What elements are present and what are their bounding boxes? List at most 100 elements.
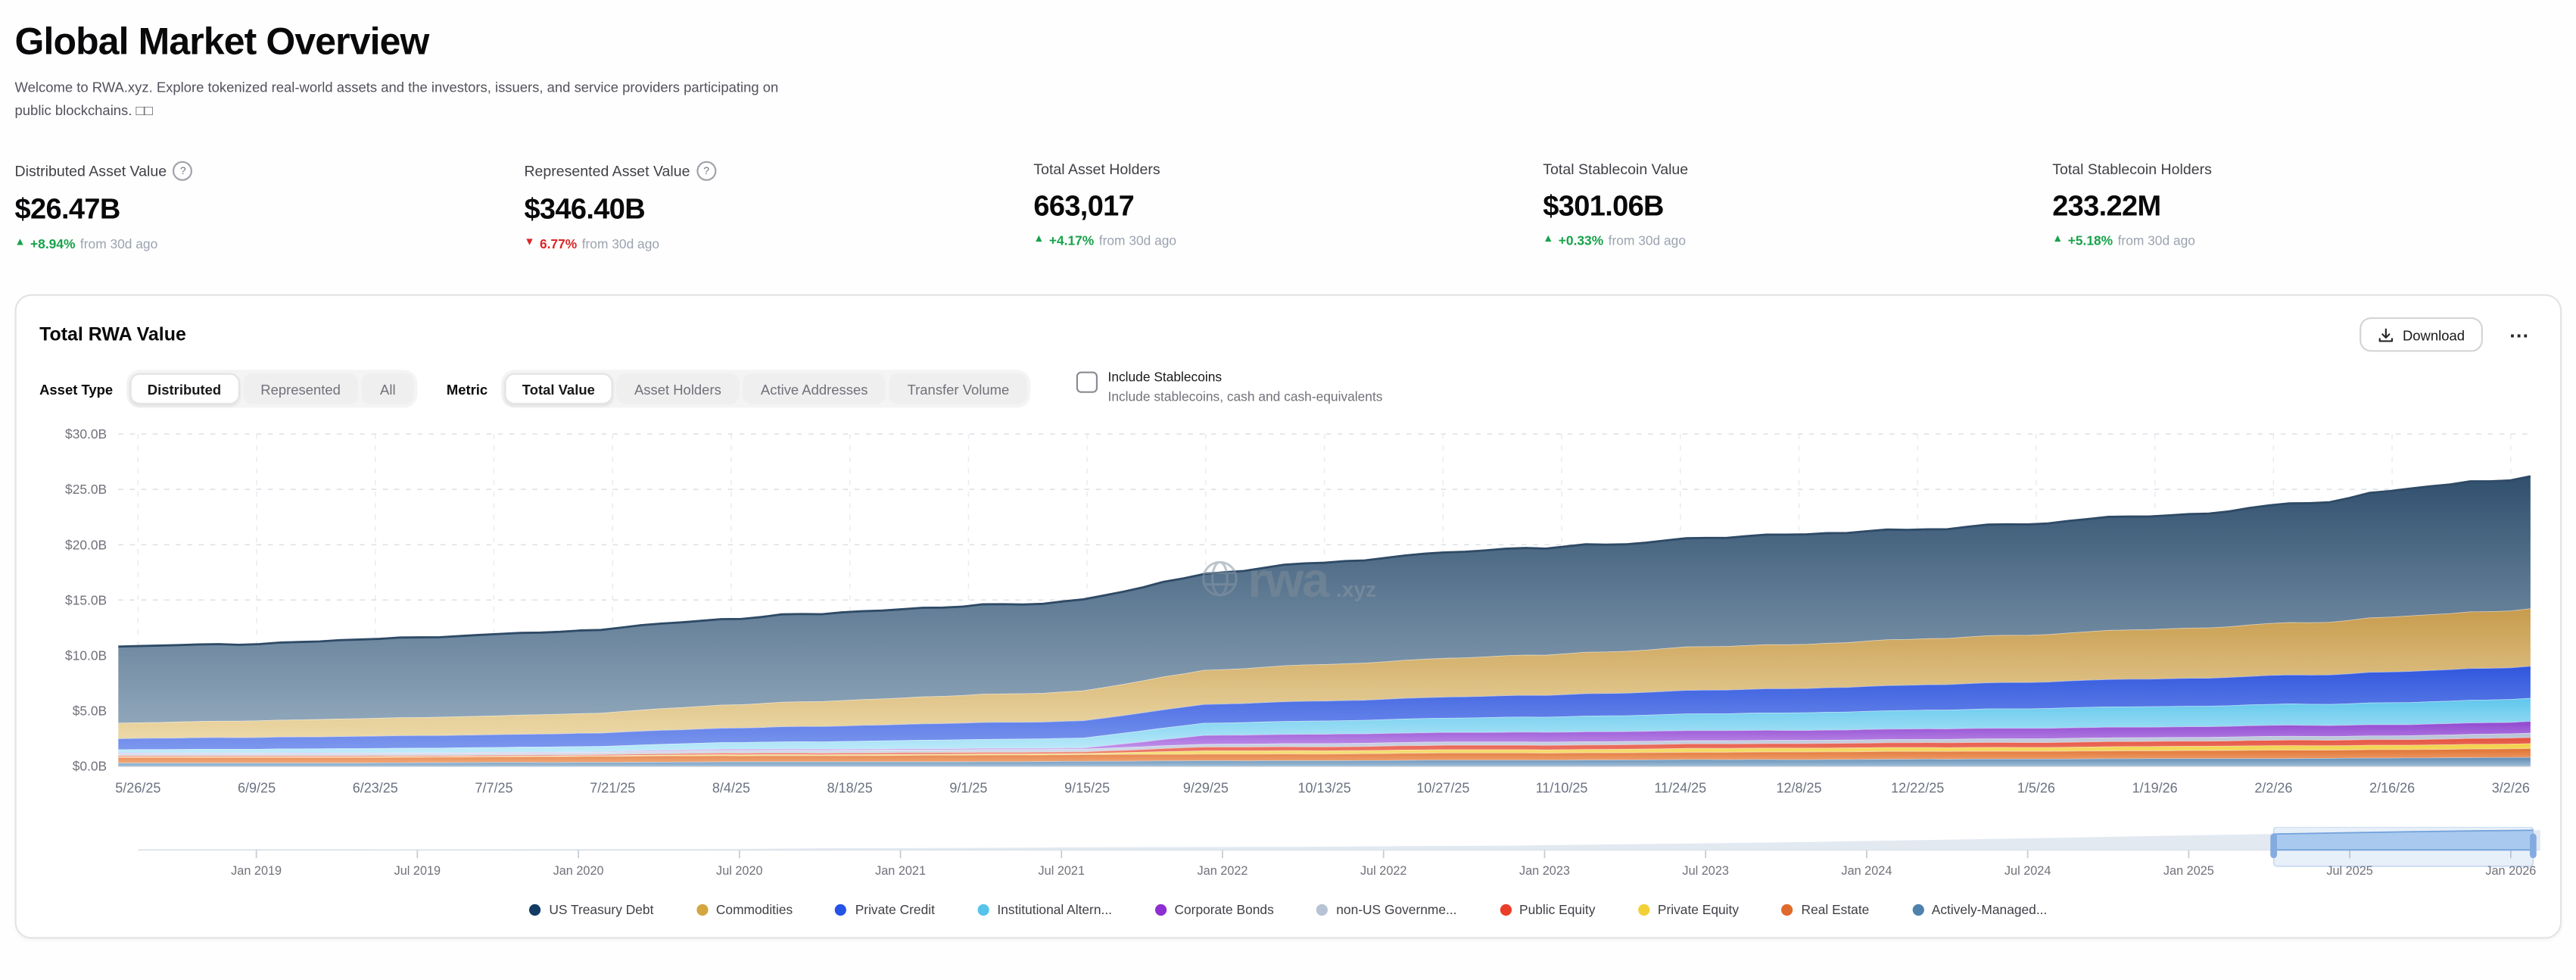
stat-label: Total Stablecoin Holders xyxy=(2052,161,2562,178)
legend-dot-icon xyxy=(836,904,847,916)
timeline-tick: Jan 2024 xyxy=(1841,864,1892,878)
stat-value: $26.47B xyxy=(15,192,525,227)
y-axis-tick: $5.0B xyxy=(73,704,107,719)
x-axis-tick: 7/7/25 xyxy=(475,781,512,796)
legend-dot-icon xyxy=(1781,904,1793,916)
more-options-button[interactable]: ⋯ xyxy=(2503,323,2537,346)
x-axis-tick: 12/8/25 xyxy=(1776,781,1821,796)
legend-item-corporate-bonds[interactable]: Corporate Bonds xyxy=(1154,903,1273,918)
x-axis-tick: 10/13/25 xyxy=(1298,781,1351,796)
brush-handle-left[interactable] xyxy=(2270,834,2277,859)
legend-item-commodities[interactable]: Commodities xyxy=(696,903,793,918)
stat-label-text: Represented Asset Value xyxy=(524,163,690,179)
legend-dot-icon xyxy=(529,904,540,916)
include-stablecoins-sublabel: Include stablecoins, cash and cash-equiv… xyxy=(1107,389,1382,404)
asset-type-label: Asset Type xyxy=(39,381,113,398)
y-axis-tick: $20.0B xyxy=(65,538,107,553)
timeline-tick: Jan 2022 xyxy=(1198,864,1248,878)
timeline-tick: Jan 2020 xyxy=(553,864,604,878)
chart-controls: Asset Type DistributedRepresentedAll Met… xyxy=(39,370,2537,408)
asset-type-group: Asset Type DistributedRepresentedAll xyxy=(39,370,417,408)
timeline-tick: Jul 2021 xyxy=(1039,864,1086,878)
download-button[interactable]: Download xyxy=(2360,317,2483,352)
stat-delta: ▼6.77%from 30d ago xyxy=(524,237,1033,252)
legend-item-actively-managed[interactable]: Actively-Managed... xyxy=(1912,903,2048,918)
legend-item-institutional-altern[interactable]: Institutional Altern... xyxy=(977,903,1112,918)
x-axis-tick: 8/18/25 xyxy=(827,781,873,796)
legend-dot-icon xyxy=(977,904,989,916)
metric-option-asset-holders[interactable]: Asset Holders xyxy=(616,373,740,404)
legend-dot-icon xyxy=(1638,904,1649,916)
app-viewport: Global Market Overview Welcome to RWA.xy… xyxy=(0,0,2576,980)
metric-option-transfer-volume[interactable]: Transfer Volume xyxy=(889,373,1027,404)
include-stablecoins-checkbox[interactable] xyxy=(1076,372,1098,393)
y-axis-tick: $15.0B xyxy=(65,593,107,608)
x-axis-tick: 7/21/25 xyxy=(590,781,635,796)
stat-label: Total Asset Holders xyxy=(1033,161,1543,178)
y-axis-tick: $30.0B xyxy=(65,427,107,442)
legend-label: Private Equity xyxy=(1658,903,1739,918)
brush-handle-right[interactable] xyxy=(2530,834,2537,859)
timeline-tick: Jan 2023 xyxy=(1519,864,1570,878)
timeline-tick: Jul 2019 xyxy=(394,864,441,878)
legend-item-non-us-governme[interactable]: non-US Governme... xyxy=(1316,903,1456,918)
stat-value: $346.40B xyxy=(524,192,1033,227)
x-axis-tick: 12/22/25 xyxy=(1891,781,1944,796)
stat-delta: ▲+0.33%from 30d ago xyxy=(1543,234,2052,249)
stat-label-text: Distributed Asset Value xyxy=(15,163,167,179)
stat-value: 233.22M xyxy=(2052,189,2562,224)
stat-represented-asset-value: Represented Asset Value? $346.40B ▼6.77%fr… xyxy=(524,161,1033,251)
legend-dot-icon xyxy=(1912,904,1923,916)
x-axis-tick: 11/10/25 xyxy=(1536,781,1588,796)
legend-item-private-credit[interactable]: Private Credit xyxy=(836,903,935,918)
stat-delta: ▲+4.17%from 30d ago xyxy=(1033,234,1543,249)
delta-percent: +4.17% xyxy=(1049,234,1094,249)
legend-label: Corporate Bonds xyxy=(1174,903,1273,918)
metric-group: Metric Total ValueAsset HoldersActive Ad… xyxy=(447,370,1031,408)
legend-item-public-equity[interactable]: Public Equity xyxy=(1500,903,1595,918)
stat-total-asset-holders: Total Asset Holders663,017▲+4.17%from 30… xyxy=(1033,161,1543,251)
legend-dot-icon xyxy=(1500,904,1511,916)
y-axis-tick: $10.0B xyxy=(65,648,107,663)
x-axis-tick: 11/24/25 xyxy=(1654,781,1706,796)
download-icon xyxy=(2378,326,2394,343)
page-title: Global Market Overview xyxy=(15,20,2562,64)
legend-label: Real Estate xyxy=(1802,903,1870,918)
stat-value: 663,017 xyxy=(1033,189,1543,224)
global-market-overview-page: Global Market Overview Welcome to RWA.xy… xyxy=(0,0,2576,939)
legend-item-real-estate[interactable]: Real Estate xyxy=(1781,903,1869,918)
delta-suffix: from 30d ago xyxy=(1099,234,1176,249)
delta-suffix: from 30d ago xyxy=(1609,234,1686,249)
legend-label: Actively-Managed... xyxy=(1932,903,2048,918)
timeline-brush[interactable]: Jan 2019Jul 2019Jan 2020Jul 2020Jan 2021… xyxy=(138,827,2540,889)
legend-item-private-equity[interactable]: Private Equity xyxy=(1638,903,1739,918)
legend-label: Public Equity xyxy=(1519,903,1595,918)
asset-type-option-represented[interactable]: Represented xyxy=(242,373,358,404)
include-stablecoins-label: Include Stablecoins xyxy=(1107,370,1382,385)
asset-type-option-distributed[interactable]: Distributed xyxy=(129,373,239,404)
legend-item-us-treasury-debt[interactable]: US Treasury Debt xyxy=(529,903,653,918)
stat-total-stablecoin-value: Total Stablecoin Value$301.06B▲+0.33%fro… xyxy=(1543,161,2052,251)
info-icon[interactable]: ? xyxy=(696,161,716,181)
x-axis-tick: 2/16/26 xyxy=(2369,781,2415,796)
stat-label: Distributed Asset Value? xyxy=(15,161,525,181)
card-header: Total RWA Value Download ⋯ xyxy=(39,317,2537,352)
timeline-tick: Jul 2023 xyxy=(1682,864,1729,878)
stat-label-text: Total Asset Holders xyxy=(1033,161,1160,178)
chart-area: $0.0B$5.0B$10.0B$15.0B$20.0B$25.0B$30.0B… xyxy=(39,421,2537,824)
include-stablecoins-text: Include Stablecoins Include stablecoins,… xyxy=(1107,370,1382,404)
legend-dot-icon xyxy=(696,904,708,916)
brush-selection[interactable] xyxy=(2274,827,2534,866)
download-label: Download xyxy=(2403,326,2465,343)
timeline-tick: Jul 2022 xyxy=(1360,864,1407,878)
total-rwa-value-chart[interactable]: $0.0B$5.0B$10.0B$15.0B$20.0B$25.0B$30.0B… xyxy=(39,421,2543,816)
metric-option-total-value[interactable]: Total Value xyxy=(504,373,613,404)
asset-type-option-all[interactable]: All xyxy=(362,373,413,404)
legend-label: Private Credit xyxy=(855,903,935,918)
stat-distributed-asset-value: Distributed Asset Value?$26.47B▲+8.94%fr… xyxy=(15,161,525,251)
metric-option-active-addresses[interactable]: Active Addresses xyxy=(743,373,886,404)
legend-label: US Treasury Debt xyxy=(549,903,653,918)
x-axis-tick: 8/4/25 xyxy=(712,781,750,796)
delta-up-icon: ▲ xyxy=(1543,236,1553,246)
info-icon[interactable]: ? xyxy=(173,161,193,181)
